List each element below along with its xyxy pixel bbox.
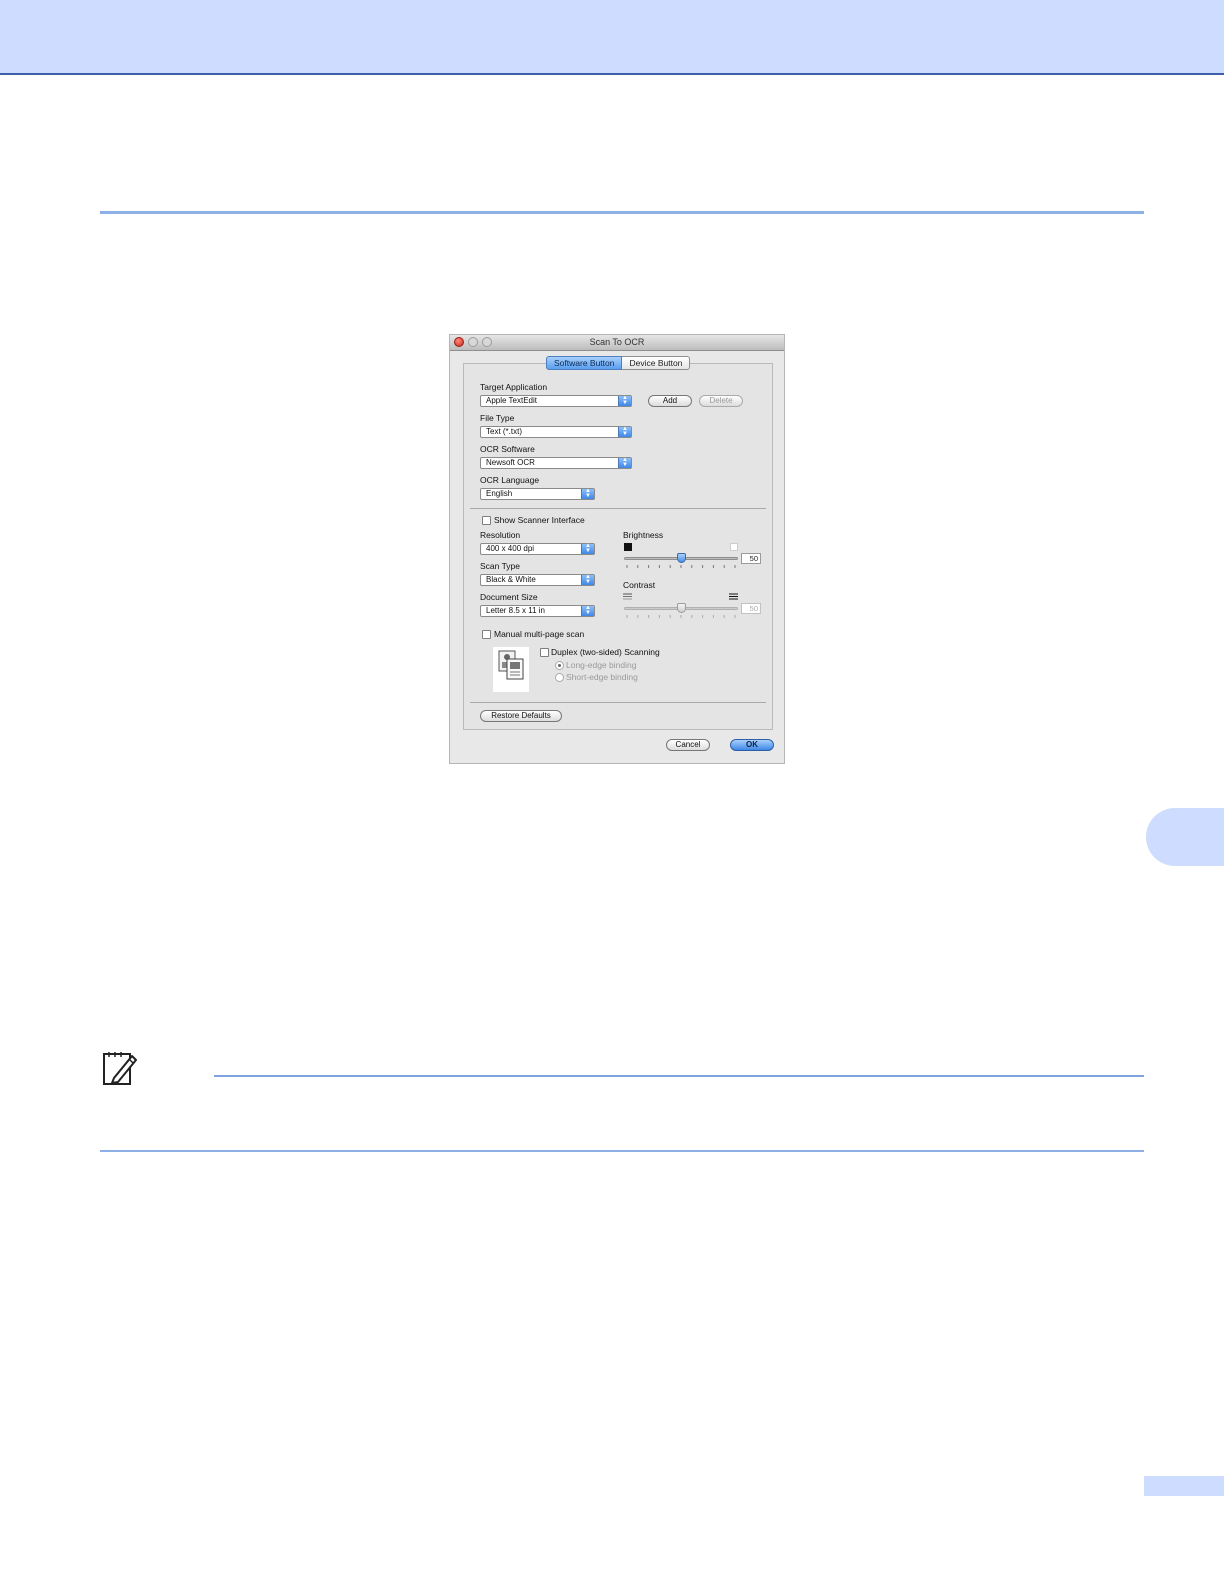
document-size-select[interactable]: Letter 8.5 x 11 in ▲ ▼ [480, 605, 595, 617]
note-pencil-icon [103, 1052, 137, 1085]
duplex-checkbox[interactable] [540, 648, 549, 657]
long-edge-radio[interactable] [555, 661, 564, 670]
note-rule-bottom [100, 1150, 1144, 1152]
brightness-slider-thumb[interactable] [676, 553, 686, 563]
contrast-slider-thumb[interactable] [676, 603, 686, 613]
tab-bar: Software Button Device Button [546, 356, 691, 370]
resolution-value: 400 x 400 dpi [486, 544, 535, 553]
contrast-label: Contrast [623, 580, 656, 590]
restore-defaults-button[interactable]: Restore Defaults [480, 710, 562, 722]
select-arrows-icon: ▲ ▼ [581, 605, 594, 616]
target-application-value: Apple TextEdit [486, 396, 537, 405]
target-application-select[interactable]: Apple TextEdit ▲ ▼ [480, 395, 632, 407]
show-scanner-interface-checkbox[interactable] [482, 516, 491, 525]
file-type-label: File Type [480, 413, 515, 423]
ocr-language-select[interactable]: English ▲ ▼ [480, 488, 595, 500]
ocr-software-value: Newsoft OCR [486, 458, 535, 467]
scan-type-select[interactable]: Black & White ▲ ▼ [480, 574, 595, 586]
ok-button[interactable]: OK [730, 739, 774, 751]
note-rule-top [214, 1075, 1144, 1077]
ocr-language-value: English [486, 489, 513, 498]
file-type-select[interactable]: Text (*.txt) ▲ ▼ [480, 426, 632, 438]
contrast-ticks [626, 615, 736, 618]
ocr-software-select[interactable]: Newsoft OCR ▲ ▼ [480, 457, 632, 469]
dark-square-icon [624, 543, 632, 551]
select-arrows-icon: ▲ ▼ [618, 395, 631, 406]
long-edge-label: Long-edge binding [566, 660, 637, 670]
tab-software-button[interactable]: Software Button [546, 356, 623, 370]
document-size-label: Document Size [480, 592, 538, 602]
file-type-value: Text (*.txt) [486, 427, 523, 436]
manual-multi-page-label: Manual multi-page scan [494, 629, 585, 639]
duplex-pages-icon [493, 647, 529, 692]
select-arrows-icon: ▲ ▼ [581, 543, 594, 554]
select-arrows-icon: ▲ ▼ [618, 457, 631, 468]
section-rule [100, 211, 1144, 214]
resolution-label: Resolution [480, 530, 521, 540]
short-edge-label: Short-edge binding [566, 672, 638, 682]
brightness-label: Brightness [623, 530, 664, 540]
tab-device-button[interactable]: Device Button [622, 356, 691, 370]
contrast-value[interactable]: 50 [741, 603, 761, 614]
brightness-value[interactable]: 50 [741, 553, 761, 564]
dialog-titlebar: Scan To OCR [450, 335, 784, 351]
chapter-tab [1146, 808, 1224, 866]
brightness-ticks [626, 565, 736, 568]
ocr-language-label: OCR Language [480, 475, 540, 485]
high-contrast-icon [729, 593, 738, 600]
separator [470, 508, 766, 509]
page-number-tab [1144, 1476, 1224, 1496]
dialog-title: Scan To OCR [589, 337, 645, 347]
select-arrows-icon: ▲ ▼ [618, 426, 631, 437]
delete-button[interactable]: Delete [699, 395, 743, 407]
scan-to-ocr-dialog: Scan To OCR Software Button Device Butto… [449, 334, 785, 764]
target-application-label: Target Application [480, 382, 548, 392]
page-header-band [0, 0, 1224, 75]
resolution-select[interactable]: 400 x 400 dpi ▲ ▼ [480, 543, 595, 555]
low-contrast-icon [623, 593, 632, 600]
show-scanner-interface-label: Show Scanner Interface [494, 515, 585, 525]
select-arrows-icon: ▲ ▼ [581, 574, 594, 585]
scan-type-value: Black & White [486, 575, 536, 584]
short-edge-radio[interactable] [555, 673, 564, 682]
document-size-value: Letter 8.5 x 11 in [486, 606, 545, 615]
scan-type-label: Scan Type [480, 561, 521, 571]
add-button[interactable]: Add [648, 395, 692, 407]
separator [470, 702, 766, 703]
manual-multi-page-checkbox[interactable] [482, 630, 491, 639]
cancel-button[interactable]: Cancel [666, 739, 710, 751]
light-square-icon [730, 543, 738, 551]
ocr-software-label: OCR Software [480, 444, 535, 454]
select-arrows-icon: ▲ ▼ [581, 488, 594, 499]
radio-selected-dot [558, 664, 561, 667]
duplex-label: Duplex (two-sided) Scanning [551, 647, 660, 657]
